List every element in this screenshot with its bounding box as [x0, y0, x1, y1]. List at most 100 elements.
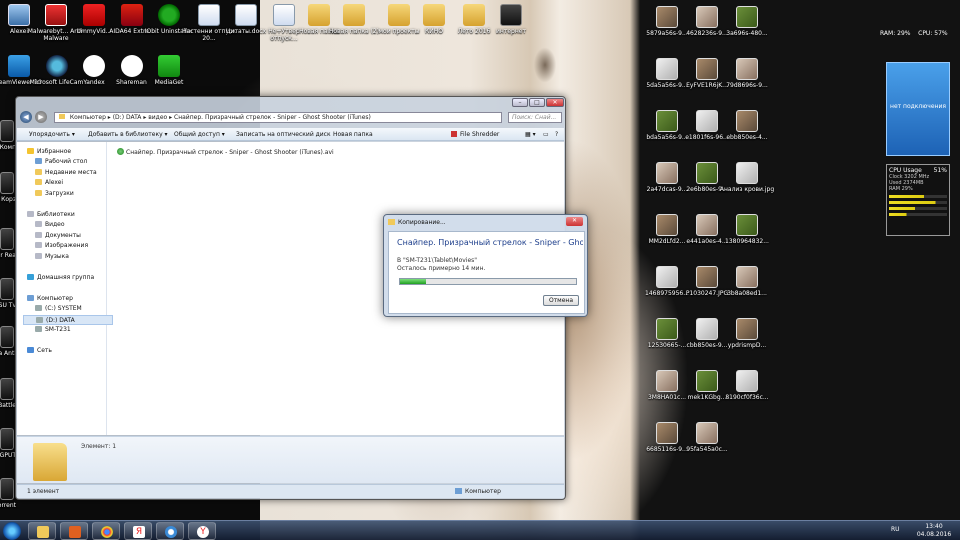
nav-c-drive[interactable]: (C:) SYSTEM	[35, 304, 125, 314]
image-thumb-icon	[656, 214, 678, 236]
desktop-icon[interactable]: 8190cf0f36c...	[718, 370, 776, 401]
nav-recent[interactable]: Недавние места	[35, 168, 125, 178]
desktop-icon[interactable]: 95fa545a0c...	[678, 422, 736, 453]
copy-progress-dialog[interactable]: Копирование... ✕ Снайпер. Призрачный стр…	[383, 214, 588, 317]
app-icon	[0, 378, 14, 400]
breadcrumb-folder[interactable]: Снайпер. Призрачный стрелок - Sniper - G…	[174, 114, 371, 121]
organize-button[interactable]: Упорядочить ▾	[29, 131, 75, 138]
yandex-icon: Y	[197, 526, 209, 538]
breadcrumb-computer[interactable]: Компьютер	[70, 114, 106, 121]
nav-homegroup[interactable]: Домашняя группа	[27, 273, 117, 283]
nav-desktop[interactable]: Рабочий стол	[35, 157, 125, 167]
status-bar: 1 элемент Компьютер	[17, 484, 564, 498]
new-folder-button[interactable]: Новая папка	[333, 131, 373, 138]
video-file-icon	[117, 148, 124, 155]
app-icon	[0, 478, 14, 500]
desktop-icon[interactable]: ypdrismpD...	[718, 318, 776, 349]
preview-pane-icon[interactable]: ▭	[543, 131, 549, 138]
nav-documents[interactable]: Документы	[35, 231, 125, 241]
breadcrumb-video[interactable]: видео	[148, 114, 167, 121]
cancel-button[interactable]: Отмена	[543, 295, 579, 306]
back-button[interactable]: ◀	[20, 111, 32, 123]
desktop-icon[interactable]: интернет	[482, 4, 540, 35]
maximize-button[interactable]: □	[529, 98, 545, 107]
status-items-count: 1 элемент	[27, 488, 60, 495]
desktop-icon[interactable]: 79d8696s-9...	[718, 58, 776, 89]
image-thumb-icon	[656, 162, 678, 184]
desktop-icon[interactable]: Анализ крови.jpg	[718, 162, 776, 193]
explorer-titlebar[interactable]: – □ ✕	[16, 97, 565, 109]
start-button[interactable]	[3, 522, 21, 540]
explorer-icon	[37, 526, 49, 538]
word-doc-icon	[235, 4, 257, 26]
cpu-usage-gadget: CPU Usage 51% Clock 3202 MHz Used 2374MB…	[886, 164, 950, 236]
nav-music[interactable]: Музыка	[35, 252, 125, 262]
nav-video[interactable]: Видео	[35, 220, 125, 230]
image-thumb-icon	[736, 266, 758, 288]
wallpaper-lamp	[530, 40, 560, 90]
desktop-icon[interactable]: 1380964832...	[718, 214, 776, 245]
network-gadget[interactable]: нет подключения	[886, 62, 950, 156]
shredder-icon	[451, 131, 457, 137]
search-input[interactable]: Поиск: Снай...	[508, 112, 562, 123]
taskbar-yandex[interactable]: Y	[188, 522, 216, 540]
desktop-icon-label: MediaGet	[154, 79, 184, 86]
image-thumb-icon	[736, 110, 758, 132]
dialog-close-button[interactable]: ✕	[566, 217, 583, 226]
details-pane: Элемент: 1	[17, 436, 564, 483]
nav-alexei[interactable]: Alexei	[35, 178, 125, 188]
image-thumb-icon	[736, 214, 758, 236]
add-to-library-button[interactable]: Добавить в библиотеку ▾	[88, 131, 168, 138]
folder-icon	[500, 4, 522, 26]
desktop-icon[interactable]: MediaGet	[140, 55, 198, 86]
nav-tablet[interactable]: SM-T231	[35, 325, 125, 335]
address-bar[interactable]: Компьютер ▸ (D:) DATA ▸ видео ▸ Снайпер.…	[54, 112, 502, 123]
image-thumb-icon	[736, 370, 758, 392]
media-player-icon	[69, 526, 81, 538]
clock-time: 13:40	[925, 523, 943, 530]
app-icon	[0, 228, 14, 250]
copy-remaining-time: Осталось примерно 14 мин.	[397, 265, 486, 272]
progress-fill	[400, 279, 427, 284]
nav-libraries[interactable]: Библиотеки	[27, 210, 117, 220]
taskbar-explorer[interactable]	[28, 522, 56, 540]
folder-icon	[423, 4, 445, 26]
image-thumb-icon	[696, 370, 718, 392]
breadcrumb-drive[interactable]: (D:) DATA	[113, 114, 142, 121]
share-button[interactable]: Общий доступ ▾	[174, 131, 225, 138]
computer-icon	[455, 488, 462, 494]
help-icon[interactable]: ?	[555, 131, 558, 138]
downloads-icon	[35, 190, 42, 196]
nav-network[interactable]: Сеть	[27, 346, 117, 356]
image-thumb-icon	[696, 266, 718, 288]
desktop-icon	[35, 158, 42, 164]
desktop-icon[interactable]: 3b8a08ed1...	[718, 266, 776, 297]
burn-button[interactable]: Записать на оптический диск	[236, 131, 331, 138]
forward-button[interactable]: ▶	[35, 111, 47, 123]
nav-images[interactable]: Изображения	[35, 241, 125, 251]
taskbar-ccleaner[interactable]	[156, 522, 184, 540]
desktop-icon-label: 95fa545a0c...	[686, 446, 728, 453]
clock[interactable]: 13:40 04.08.2016	[914, 523, 954, 539]
taskbar-media-player[interactable]	[60, 522, 88, 540]
image-thumb-icon	[696, 6, 718, 28]
ccleaner-icon	[165, 526, 177, 538]
file-list-item[interactable]: Снайпер. Призрачный стрелок - Sniper - G…	[117, 148, 334, 156]
view-options-icon[interactable]: ▦ ▾	[525, 131, 536, 138]
nav-computer[interactable]: Компьютер	[27, 294, 117, 304]
taskbar-chrome[interactable]	[92, 522, 120, 540]
image-thumb-icon	[656, 6, 678, 28]
nav-favorites[interactable]: Избранное	[27, 147, 117, 157]
minimize-button[interactable]: –	[512, 98, 528, 107]
file-shredder-button[interactable]: File Shredder	[451, 131, 499, 138]
desktop-icon[interactable]: 3a696s-480...	[718, 6, 776, 37]
nav-d-drive[interactable]: (D:) DATA	[23, 315, 113, 325]
taskbar-yandex-browser[interactable]: Я	[124, 522, 152, 540]
close-button[interactable]: ✕	[546, 98, 564, 107]
command-bar: Упорядочить ▾ Добавить в библиотеку ▾ Об…	[17, 128, 564, 141]
language-indicator[interactable]: RU	[891, 526, 900, 533]
nav-downloads[interactable]: Загрузки	[35, 189, 125, 199]
network-icon	[27, 347, 34, 353]
address-row: ◀ ▶ Компьютер ▸ (D:) DATA ▸ видео ▸ Снай…	[20, 111, 562, 125]
desktop-icon[interactable]: ebb850es-4...	[718, 110, 776, 141]
